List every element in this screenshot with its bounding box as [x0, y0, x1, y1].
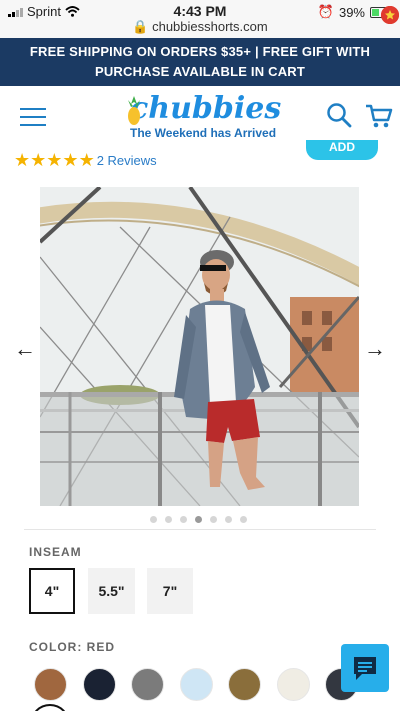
carousel-dot[interactable] — [165, 516, 172, 523]
carousel-dot[interactable] — [210, 516, 217, 523]
color-swatch[interactable] — [34, 668, 67, 701]
search-icon[interactable] — [326, 102, 352, 128]
chat-button[interactable] — [341, 644, 389, 692]
promo-banner[interactable]: FREE SHIPPING ON ORDERS $35+ | FREE GIFT… — [0, 38, 400, 86]
promo-line-2: PURCHASE AVAILABLE IN CART — [94, 64, 306, 79]
color-swatch[interactable] — [82, 668, 116, 701]
divider — [24, 529, 376, 530]
reviews-link[interactable]: 2 Reviews — [97, 153, 157, 168]
color-swatch[interactable] — [228, 668, 261, 701]
star-icon: ★ — [30, 150, 47, 170]
color-swatch[interactable] — [179, 668, 213, 701]
cart-badge-star — [381, 6, 399, 24]
logo-name: chubbies — [130, 91, 282, 126]
color-label: COLOR: RED — [29, 640, 115, 654]
carousel-dot[interactable] — [225, 516, 232, 523]
color-swatch[interactable] — [131, 668, 164, 701]
alarm-icon: ⏰ — [317, 4, 334, 19]
chat-icon — [354, 657, 376, 680]
cart-icon[interactable] — [364, 100, 394, 130]
status-bar: Sprint 4:43 PM 🔒 chubbiesshorts.com ⏰ 39… — [0, 0, 400, 38]
site-header: chubbies The Weekend has Arrived — [0, 6, 400, 148]
inseam-option-5-5[interactable]: 5.5" — [88, 568, 135, 614]
color-swatch[interactable] — [276, 668, 310, 701]
star-icon — [385, 10, 395, 20]
logo[interactable]: chubbies The Weekend has Arrived — [128, 91, 282, 140]
carousel-dot[interactable] — [195, 516, 202, 523]
address-bar[interactable]: 🔒 chubbiesshorts.com — [0, 19, 400, 35]
lock-icon: 🔒 — [132, 19, 149, 34]
add-to-cart-button[interactable]: ADD — [306, 140, 378, 160]
logo-tagline: The Weekend has Arrived — [130, 126, 277, 140]
carousel-dot[interactable] — [180, 516, 187, 523]
reviews-row: ★★★★★ 2 Reviews — [14, 150, 157, 171]
url-text: chubbiesshorts.com — [152, 19, 268, 34]
add-button-label: ADD — [329, 140, 355, 154]
carousel-dot[interactable] — [240, 516, 247, 523]
inseam-option-7[interactable]: 7" — [147, 568, 193, 614]
star-icon: ★ — [62, 150, 79, 170]
selected-swatch-ring[interactable] — [30, 704, 70, 711]
arrow-left-icon[interactable]: ← — [14, 336, 36, 362]
battery-percent: 39% — [338, 4, 365, 20]
arrow-right-icon[interactable]: → — [364, 336, 386, 362]
product-photo — [40, 187, 359, 506]
star-icon: ★ — [46, 150, 63, 170]
promo-line-1: FREE SHIPPING ON ORDERS $35+ | FREE GIFT… — [29, 44, 371, 59]
inseam-label: INSEAM — [29, 545, 82, 559]
star-icon: ★ — [78, 150, 95, 170]
carousel-dots — [150, 516, 247, 523]
product-image[interactable] — [40, 187, 359, 506]
rating-stars: ★★★★★ — [14, 150, 95, 171]
star-icon: ★ — [14, 150, 31, 170]
carousel-dot[interactable] — [150, 516, 157, 523]
hamburger-menu-icon[interactable] — [20, 108, 46, 126]
inseam-option-4[interactable]: 4" — [29, 568, 75, 614]
pineapple-icon — [128, 96, 140, 125]
